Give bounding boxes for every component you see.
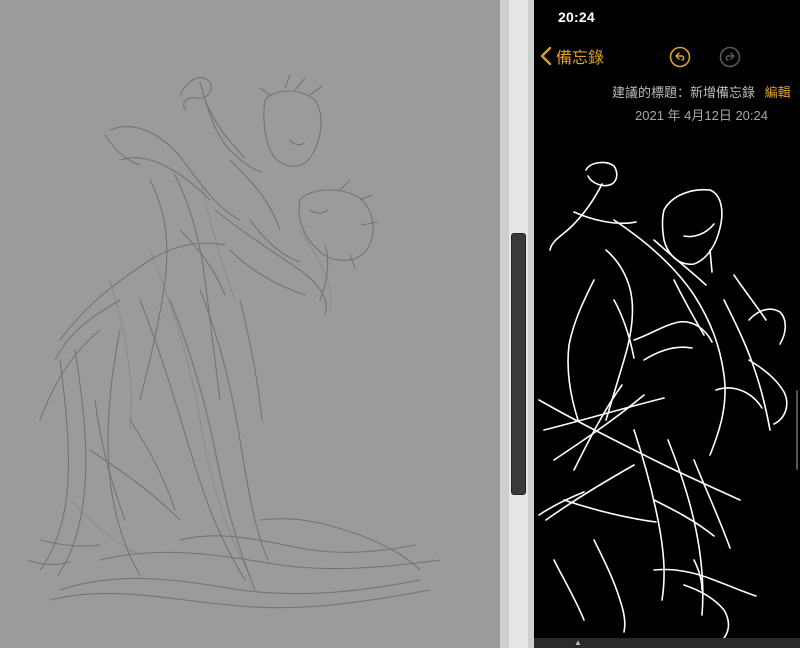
toolbar-tool-icon[interactable]: ▲ bbox=[574, 638, 582, 647]
dancer-pencil-sketch bbox=[27, 74, 441, 609]
drawing-toolbar: ▲ bbox=[534, 638, 800, 648]
sketch-canvas[interactable] bbox=[0, 0, 500, 648]
notes-app: 20:24 備忘錄 建議的標題：新增備忘錄 編輯 2021 年 4月12日 20… bbox=[534, 0, 800, 648]
vertical-scroll-indicator[interactable] bbox=[796, 390, 798, 470]
ink-drawing[interactable] bbox=[534, 0, 800, 648]
split-view-handle[interactable] bbox=[511, 233, 526, 495]
divider-edge-left bbox=[500, 0, 509, 648]
